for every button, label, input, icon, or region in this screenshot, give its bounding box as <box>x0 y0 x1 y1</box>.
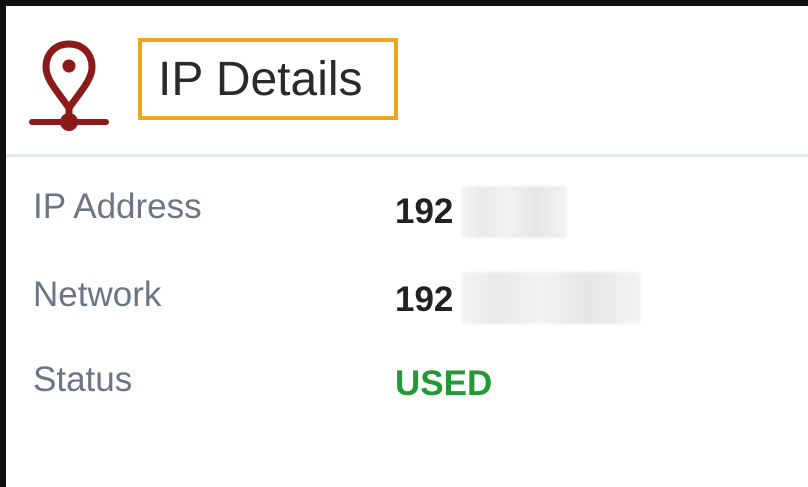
status-label: Status <box>33 360 133 399</box>
status-value: USED <box>395 364 493 403</box>
network-value: 192 <box>395 280 454 319</box>
title-highlight-box: IP Details <box>138 38 398 120</box>
ip-details-panel: IP Details IP Address 192 Network 192 St… <box>6 6 808 487</box>
panel-header: IP Details <box>6 6 808 154</box>
header-divider <box>6 154 808 157</box>
map-pin-icon <box>29 40 109 131</box>
network-redaction <box>461 272 641 324</box>
ip-address-redaction <box>461 186 567 238</box>
ip-address-value: 192 <box>395 192 454 231</box>
ip-address-label: IP Address <box>33 187 202 226</box>
page-title: IP Details <box>158 53 363 106</box>
network-label: Network <box>33 275 162 314</box>
